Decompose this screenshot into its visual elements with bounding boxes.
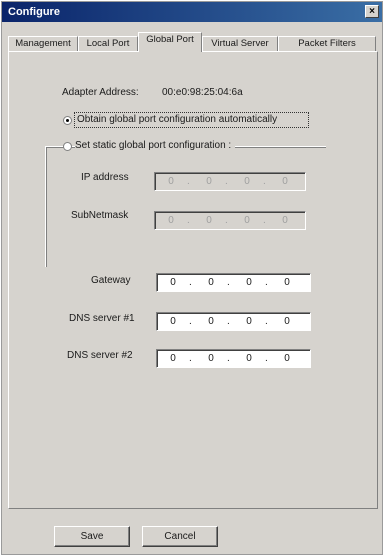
dns1-octet-4: 0 bbox=[284, 316, 290, 327]
dns1-dot: . bbox=[189, 316, 192, 327]
tab-local-port[interactable]: Local Port bbox=[78, 36, 138, 51]
gateway-label: Gateway bbox=[91, 275, 131, 286]
gateway-field[interactable]: 0 . 0 . 0 . 0 bbox=[156, 273, 311, 292]
subnet-octet-3: 0 bbox=[244, 215, 250, 226]
tab-management[interactable]: Management bbox=[8, 36, 78, 51]
window-title: Configure bbox=[8, 6, 60, 18]
subnet-mask-label: SubNetmask bbox=[71, 210, 129, 221]
ip-octet-4: 0 bbox=[282, 176, 288, 187]
static-config-radio[interactable] bbox=[63, 142, 72, 151]
ip-address-label: IP address bbox=[81, 172, 129, 183]
adapter-address-label: Adapter Address: bbox=[62, 87, 139, 98]
tab-global-port[interactable]: Global Port bbox=[138, 32, 202, 52]
dns2-dot: . bbox=[189, 353, 192, 364]
dns2-dot: . bbox=[227, 353, 230, 364]
ip-octet-2: 0 bbox=[206, 176, 212, 187]
subnet-dot: . bbox=[263, 215, 266, 226]
dns2-octet-3: 0 bbox=[246, 353, 252, 364]
gateway-octet-1: 0 bbox=[170, 277, 176, 288]
static-config-group bbox=[45, 146, 326, 267]
cancel-button[interactable]: Cancel bbox=[142, 526, 218, 547]
auto-config-radio[interactable] bbox=[63, 116, 72, 125]
dns2-octet-2: 0 bbox=[208, 353, 214, 364]
dns2-octet-4: 0 bbox=[284, 353, 290, 364]
title-bar: Configure × bbox=[2, 2, 382, 22]
subnet-octet-4: 0 bbox=[282, 215, 288, 226]
subnet-octet-2: 0 bbox=[206, 215, 212, 226]
close-button[interactable]: × bbox=[365, 5, 379, 18]
ip-dot: . bbox=[263, 176, 266, 187]
dns1-octet-2: 0 bbox=[208, 316, 214, 327]
tab-strip: Management Local Port Global Port Virtua… bbox=[8, 31, 380, 52]
dns-server-1-field[interactable]: 0 . 0 . 0 . 0 bbox=[156, 312, 311, 331]
dns1-dot: . bbox=[265, 316, 268, 327]
gateway-dot: . bbox=[189, 277, 192, 288]
ip-octet-1: 0 bbox=[168, 176, 174, 187]
gateway-octet-3: 0 bbox=[246, 277, 252, 288]
dns2-octet-1: 0 bbox=[170, 353, 176, 364]
gateway-octet-2: 0 bbox=[208, 277, 214, 288]
dns-server-2-field[interactable]: 0 . 0 . 0 . 0 bbox=[156, 349, 311, 368]
ip-octet-3: 0 bbox=[244, 176, 250, 187]
dns-server-1-label: DNS server #1 bbox=[69, 313, 135, 324]
tab-packet-filters[interactable]: Packet Filters bbox=[278, 36, 376, 51]
dns-server-2-label: DNS server #2 bbox=[67, 350, 133, 361]
dns2-dot: . bbox=[265, 353, 268, 364]
ip-address-field[interactable]: 0 . 0 . 0 . 0 bbox=[154, 172, 306, 191]
ip-dot: . bbox=[187, 176, 190, 187]
subnet-mask-field[interactable]: 0 . 0 . 0 . 0 bbox=[154, 211, 306, 230]
subnet-octet-1: 0 bbox=[168, 215, 174, 226]
save-button[interactable]: Save bbox=[54, 526, 130, 547]
ip-dot: . bbox=[225, 176, 228, 187]
configure-dialog: Configure × Management Local Port Global… bbox=[1, 1, 383, 555]
static-config-label[interactable]: Set static global port configuration : bbox=[75, 140, 236, 151]
dns1-octet-3: 0 bbox=[246, 316, 252, 327]
global-port-panel: Adapter Address: 00:e0:98:25:04:6a Obtai… bbox=[8, 51, 378, 509]
gateway-dot: . bbox=[227, 277, 230, 288]
tab-virtual-server[interactable]: Virtual Server bbox=[202, 36, 278, 51]
dns1-octet-1: 0 bbox=[170, 316, 176, 327]
subnet-dot: . bbox=[187, 215, 190, 226]
gateway-octet-4: 0 bbox=[284, 277, 290, 288]
adapter-address-value: 00:e0:98:25:04:6a bbox=[162, 87, 243, 98]
gateway-dot: . bbox=[265, 277, 268, 288]
dns1-dot: . bbox=[227, 316, 230, 327]
subnet-dot: . bbox=[225, 215, 228, 226]
auto-config-label[interactable]: Obtain global port configuration automat… bbox=[77, 114, 277, 125]
